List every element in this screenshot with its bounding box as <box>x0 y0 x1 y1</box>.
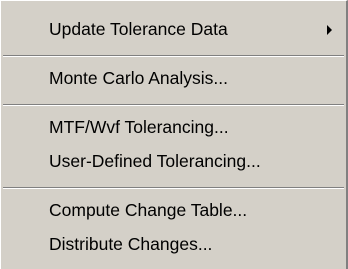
menu-item-user-defined-tolerancing[interactable]: User-Defined Tolerancing... <box>49 148 261 174</box>
menu-item-label: User-Defined Tolerancing... <box>49 151 261 171</box>
menu-item-distribute-changes[interactable]: Distribute Changes... <box>49 231 212 257</box>
submenu-arrow-icon <box>327 25 332 35</box>
menu-item-compute-change-table[interactable]: Compute Change Table... <box>49 197 247 223</box>
context-menu: Update Tolerance Data Monte Carlo Analys… <box>0 0 348 269</box>
menu-item-mtf-wvf-tolerancing[interactable]: MTF/Wvf Tolerancing... <box>49 114 229 140</box>
menu-separator <box>3 55 344 57</box>
menu-item-label: Monte Carlo Analysis... <box>49 68 228 88</box>
menu-item-update-tolerance-data[interactable]: Update Tolerance Data <box>49 16 228 42</box>
menu-item-label: MTF/Wvf Tolerancing... <box>49 117 229 137</box>
menu-separator <box>3 187 344 189</box>
menu-separator <box>3 104 344 106</box>
menu-item-monte-carlo-analysis[interactable]: Monte Carlo Analysis... <box>49 65 228 91</box>
menu-item-label: Update Tolerance Data <box>49 19 228 39</box>
menu-item-label: Distribute Changes... <box>49 234 213 254</box>
menu-item-label: Compute Change Table... <box>49 200 248 220</box>
